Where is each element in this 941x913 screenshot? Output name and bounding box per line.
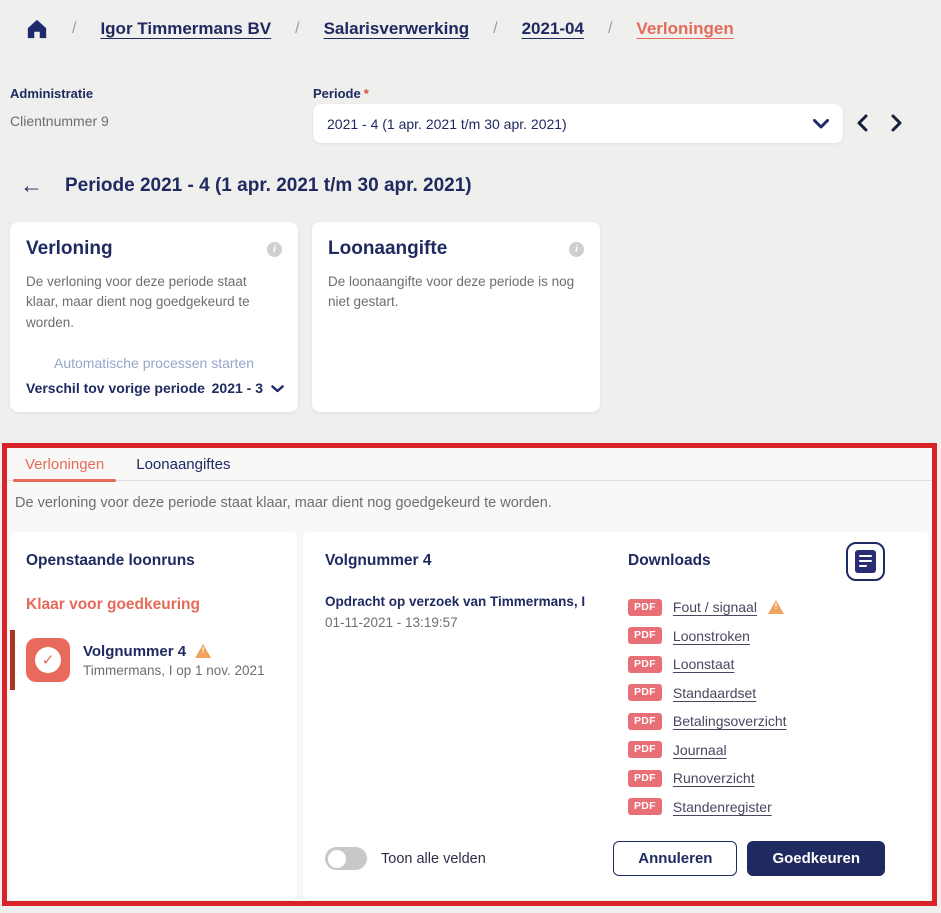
openstaande-loonruns-panel: Openstaande loonruns Klaar voor goedkeur… (10, 532, 297, 900)
info-icon[interactable]: i (569, 242, 584, 257)
loonaangifte-card-title: Loonaangifte (328, 238, 447, 260)
download-link-standenregister[interactable]: Standenregister (673, 799, 772, 815)
pdf-badge: PDF (628, 599, 662, 616)
tab-loonaangiftes[interactable]: Loonaangiftes (124, 448, 242, 480)
download-link-fout-signaal[interactable]: Fout / signaal (673, 599, 757, 615)
tab-verloningen[interactable]: Verloningen (13, 448, 116, 480)
annuleren-button[interactable]: Annuleren (613, 841, 737, 876)
loonruns-title: Openstaande loonruns (26, 552, 195, 570)
breadcrumb-separator: / (608, 20, 612, 38)
download-row: PDF Runoverzicht (628, 769, 787, 787)
pdf-badge: PDF (628, 713, 662, 730)
diff-period-dropdown[interactable]: 2021 - 3 (212, 380, 284, 396)
breadcrumb-separator: / (493, 20, 497, 38)
toggle-switch-off[interactable] (325, 847, 367, 870)
administratie-label: Administratie (10, 86, 93, 101)
downloads-list: PDF Fout / signaal PDF Loonstroken PDF L… (628, 598, 787, 816)
goedkeuren-button[interactable]: Goedkeuren (747, 841, 885, 876)
required-marker: * (364, 86, 369, 101)
toggle-label: Toon alle velden (381, 851, 486, 867)
pdf-badge: PDF (628, 798, 662, 815)
download-link-journaal[interactable]: Journaal (673, 742, 727, 758)
detail-timestamp: 01-11-2021 - 13:19:57 (325, 615, 458, 630)
section-description: De verloning voor deze periode staat kla… (15, 495, 932, 511)
download-row: PDF Loonstaat (628, 655, 787, 673)
pdf-badge: PDF (628, 656, 662, 673)
download-link-standaardset[interactable]: Standaardset (673, 685, 756, 701)
home-icon[interactable] (26, 18, 48, 40)
period-header: ← Periode 2021 - 4 (1 apr. 2021 t/m 30 a… (20, 174, 472, 197)
breadcrumb-separator: / (72, 20, 76, 38)
downloads-title: Downloads (628, 552, 711, 570)
loonrun-item-subtitle: Timmermans, I op 1 nov. 2021 (83, 663, 265, 678)
download-row: PDF Betalingsoverzicht (628, 712, 787, 730)
download-link-loonstroken[interactable]: Loonstroken (673, 628, 750, 644)
download-row: PDF Standaardset (628, 684, 787, 702)
back-arrow-icon[interactable]: ← (20, 174, 43, 197)
previous-period-button[interactable] (849, 110, 875, 136)
periode-dropdown[interactable]: 2021 - 4 (1 apr. 2021 t/m 30 apr. 2021) (313, 104, 843, 143)
breadcrumb-separator: / (295, 20, 299, 38)
pdf-badge: PDF (628, 684, 662, 701)
verloning-card-title: Verloning (26, 238, 113, 260)
periode-label: Periode* (313, 86, 369, 101)
administratie-value: Clientnummer 9 (10, 113, 109, 129)
warning-icon (768, 600, 784, 614)
document-notes-button[interactable] (846, 542, 885, 581)
detail-title: Volgnummer 4 (325, 552, 432, 570)
chevron-down-icon (813, 116, 829, 132)
loonrun-item-title: Volgnummer 4 (83, 643, 186, 660)
toon-alle-velden-toggle[interactable]: Toon alle velden (325, 847, 486, 870)
breadcrumb-salarisverwerking[interactable]: Salarisverwerking (324, 19, 470, 39)
warning-icon (195, 644, 211, 658)
diff-label: Verschil tov vorige periode (26, 380, 205, 396)
tab-bar: Verloningen Loonaangiftes (7, 448, 932, 481)
diff-period-value: 2021 - 3 (212, 380, 263, 396)
loonrun-detail-panel: Volgnummer 4 Opdracht op verzoek van Tim… (303, 532, 929, 900)
download-row: PDF Loonstroken (628, 627, 787, 645)
detail-request-line: Opdracht op verzoek van Timmermans, I (325, 594, 585, 609)
loonaangifte-card: Loonaangifte i De loonaangifte voor deze… (312, 222, 600, 412)
download-row: PDF Journaal (628, 741, 787, 759)
breadcrumb-company[interactable]: Igor Timmermans BV (100, 19, 271, 39)
download-row: PDF Standenregister (628, 798, 787, 816)
verloning-card: Verloning i De verloning voor deze perio… (10, 222, 298, 412)
info-icon[interactable]: i (267, 242, 282, 257)
download-link-loonstaat[interactable]: Loonstaat (673, 656, 735, 672)
breadcrumb: / Igor Timmermans BV / Salarisverwerking… (0, 0, 941, 58)
pdf-badge: PDF (628, 741, 662, 758)
automatische-processen-link[interactable]: Automatische processen starten (26, 355, 282, 371)
page-title: Periode 2021 - 4 (1 apr. 2021 t/m 30 apr… (65, 175, 472, 197)
verloning-card-body: De verloning voor deze periode staat kla… (26, 272, 282, 333)
loonaangifte-card-body: De loonaangifte voor deze periode is nog… (328, 272, 584, 313)
chevron-down-icon (271, 380, 284, 396)
document-icon (855, 550, 876, 573)
breadcrumb-period[interactable]: 2021-04 (522, 19, 584, 39)
panel-footer: Toon alle velden Annuleren Goedkeuren (325, 841, 885, 876)
loonrun-list-item[interactable]: ✓ Volgnummer 4 Timmermans, I op 1 nov. 2… (10, 630, 297, 690)
download-link-runoverzicht[interactable]: Runoverzicht (673, 770, 755, 786)
next-period-button[interactable] (884, 110, 910, 136)
klaar-voor-goedkeuring-label: Klaar voor goedkeuring (26, 596, 200, 614)
download-link-betalingsoverzicht[interactable]: Betalingsoverzicht (673, 713, 787, 729)
periode-dropdown-value: 2021 - 4 (1 apr. 2021 t/m 30 apr. 2021) (327, 116, 567, 132)
pdf-badge: PDF (628, 627, 662, 644)
breadcrumb-verloningen[interactable]: Verloningen (636, 19, 733, 39)
highlight-box: Verloningen Loonaangiftes De verloning v… (2, 443, 937, 906)
download-row: PDF Fout / signaal (628, 598, 787, 616)
check-icon: ✓ (26, 638, 70, 682)
pdf-badge: PDF (628, 770, 662, 787)
